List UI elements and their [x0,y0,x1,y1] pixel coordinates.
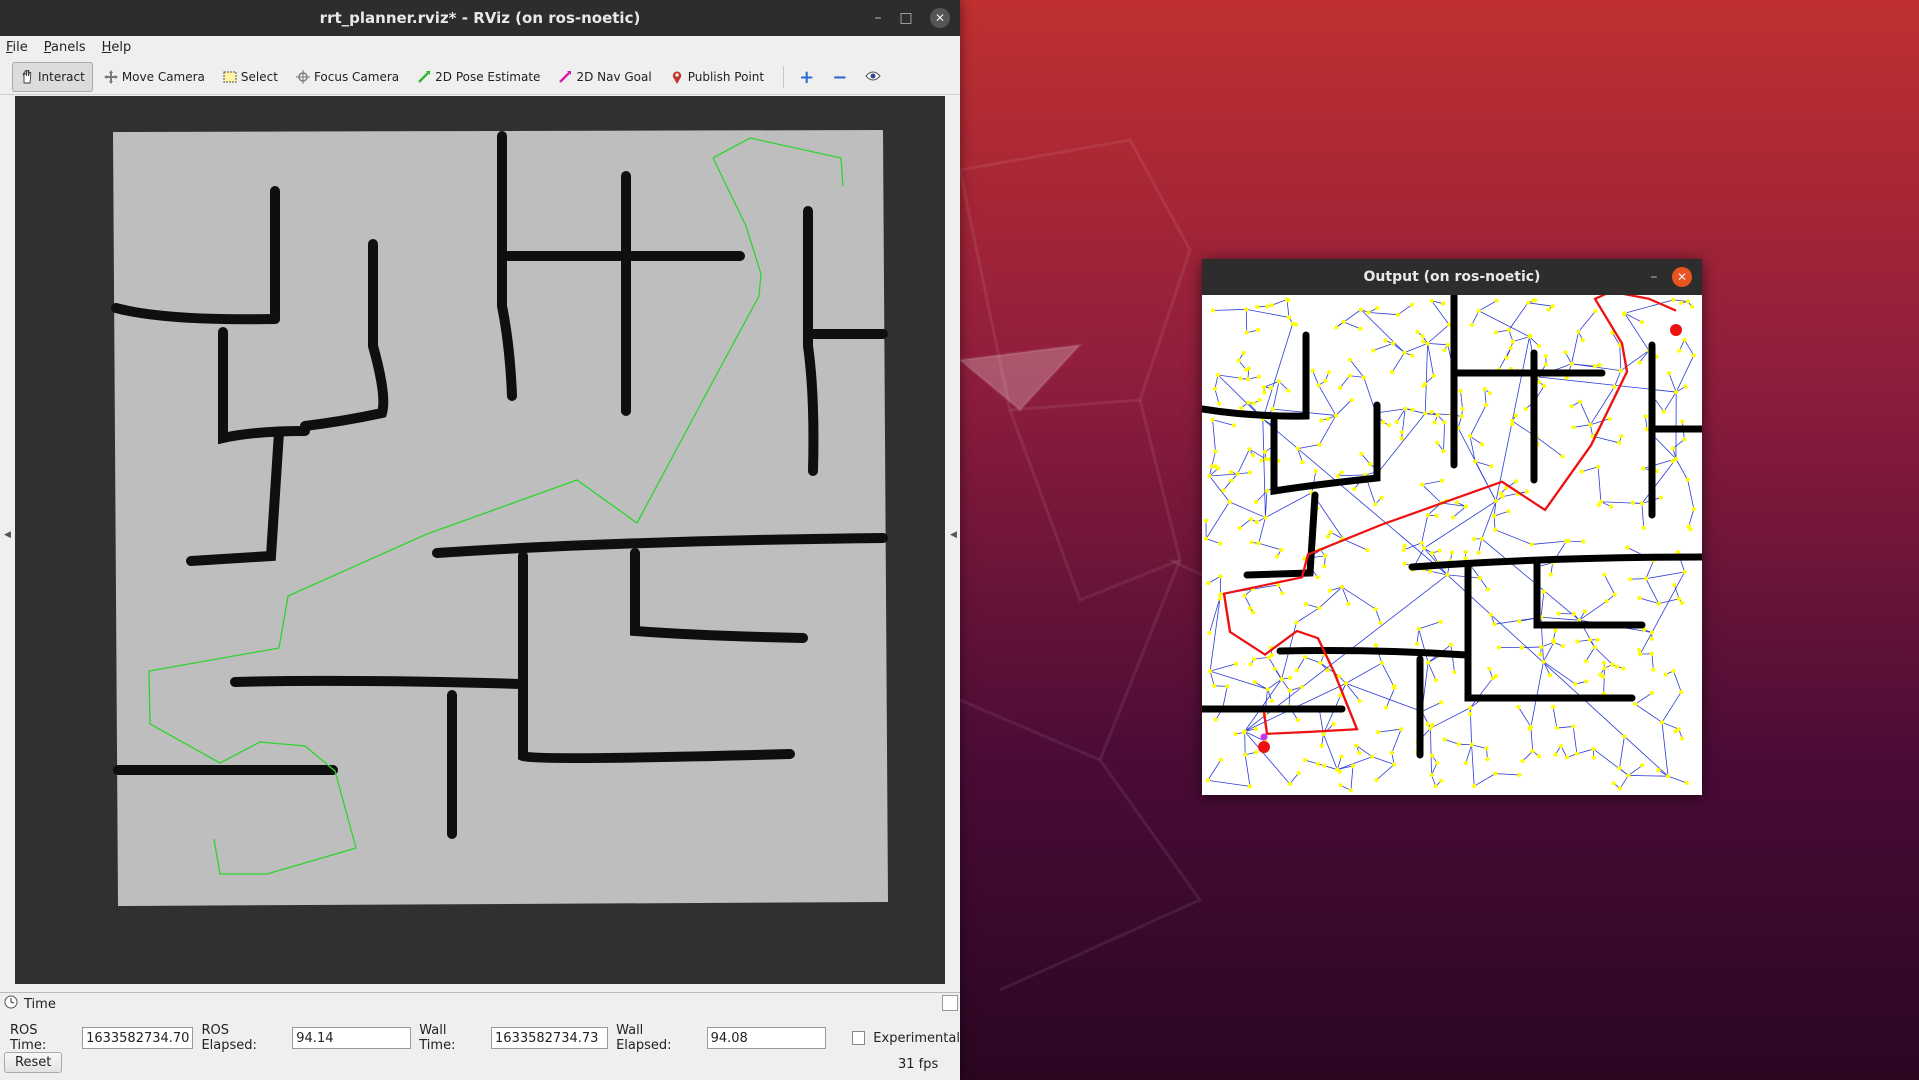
start-orientation-marker [1260,733,1268,741]
minimize-icon[interactable]: – [864,10,892,26]
menu-panels[interactable]: Panels [44,40,86,55]
hand-cursor-icon [20,70,34,84]
fps-readout: 31 fps [898,1057,939,1072]
reset-button[interactable]: Reset [4,1052,63,1073]
time-panel: Time ROS Time: 1633582734.70 ROS Elapsed… [0,992,960,1080]
ros-time-field[interactable]: 1633582734.70 [82,1027,194,1049]
start-marker [1258,741,1270,753]
select-tool-button[interactable]: Select [216,63,285,91]
output-titlebar[interactable]: Output (on ros-noetic) [1202,259,1702,295]
panel-float-icon[interactable] [942,995,958,1011]
menu-help[interactable]: Help [102,40,132,55]
focus-camera-tool-button[interactable]: Focus Camera [289,63,406,91]
toolbar: Interact Move Camera Select Focus Camera… [0,60,960,95]
rviz-window-title: rrt_planner.rviz* - RViz (on ros-noetic) [319,9,641,27]
ros-elapsed-label: ROS Elapsed: [201,1023,257,1053]
interact-tool-button[interactable]: Interact [12,62,93,92]
interact-label: Interact [38,70,85,84]
move-camera-tool-button[interactable]: Move Camera [97,63,212,91]
output-window-title: Output (on ros-noetic) [1363,269,1541,285]
maximize-icon[interactable]: □ [892,10,920,26]
map-pin-icon [670,70,684,84]
move-arrows-icon [103,70,118,84]
right-dock-arrow-icon[interactable]: ◀ [950,530,957,540]
wall-elapsed-label: Wall Elapsed: [616,1023,672,1053]
eye-icon [865,70,881,85]
close-icon[interactable]: ✕ [1672,267,1692,287]
focus-camera-label: Focus Camera [313,70,400,84]
minus-icon: − [832,66,848,88]
ros-time-label: ROS Time: [10,1023,47,1053]
tool-properties-button[interactable] [858,63,888,91]
experimental-label: Experimental [873,1030,960,1046]
selection-box-icon [223,70,237,84]
green-arrow-icon [417,70,431,84]
minimize-icon[interactable]: – [1640,269,1668,285]
output-window: Output (on ros-noetic) – ✕ [1202,259,1702,795]
goal-marker [1670,324,1682,336]
left-dock-arrow-icon[interactable]: ◀ [4,530,11,540]
output-window-controls: – ✕ [1640,259,1692,295]
toolbar-separator [783,66,785,88]
experimental-checkbox[interactable] [851,1031,866,1045]
publish-point-tool-button[interactable]: Publish Point [663,63,771,91]
remove-tool-button[interactable]: − [825,63,854,91]
menu-file[interactable]: File [6,40,28,55]
ros-elapsed-field[interactable]: 94.14 [292,1027,412,1049]
magenta-arrow-icon [558,70,572,84]
publish-point-label: Publish Point [687,70,765,84]
move-camera-label: Move Camera [121,70,205,84]
close-icon[interactable]: ✕ [930,8,950,28]
crosshair-icon [295,70,310,84]
rviz-window: rrt_planner.rviz* - RViz (on ros-noetic)… [0,0,960,1080]
wall-elapsed-field[interactable]: 94.08 [706,1027,826,1049]
render-viewport[interactable] [15,96,945,984]
add-tool-button[interactable]: + [792,63,821,91]
time-values-row: ROS Time: 1633582734.70 ROS Elapsed: 94.… [10,1023,960,1053]
reset-row: Reset [4,1052,63,1073]
clock-icon [4,995,18,1013]
nav-goal-tool-button[interactable]: 2D Nav Goal [551,63,658,91]
wall-time-label: Wall Time: [419,1023,456,1053]
plus-icon: + [799,66,815,88]
time-panel-title: Time [24,996,56,1012]
pose-estimate-tool-button[interactable]: 2D Pose Estimate [410,63,547,91]
nav-goal-label: 2D Nav Goal [576,70,652,84]
time-panel-header: Time [0,993,960,1015]
menubar: File Panels Help [0,36,960,58]
wall-time-field[interactable]: 1633582734.73 [491,1027,609,1049]
rviz-titlebar[interactable]: rrt_planner.rviz* - RViz (on ros-noetic) [0,0,960,36]
rrt-output-canvas [1202,295,1702,795]
occupancy-grid-map [111,130,888,906]
rviz-window-controls: – □ ✕ [864,0,950,36]
pose-estimate-label: 2D Pose Estimate [435,70,541,84]
select-label: Select [240,70,278,84]
